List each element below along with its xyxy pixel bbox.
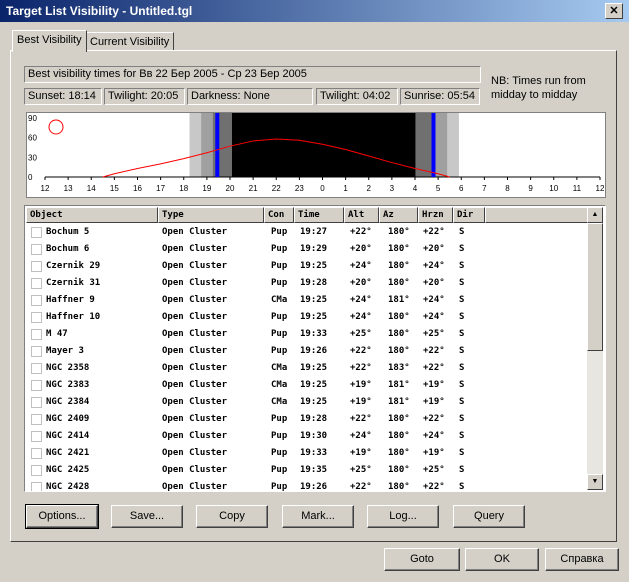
close-button[interactable]: ✕ xyxy=(605,3,623,19)
help-button[interactable]: Справка xyxy=(545,548,619,571)
goto-button[interactable]: Goto xyxy=(384,548,460,571)
title-bar[interactable]: Target List Visibility - Untitled.tgl ✕ xyxy=(0,0,629,22)
window-title: Target List Visibility - Untitled.tgl xyxy=(6,4,193,18)
tab-best-visibility[interactable]: Best Visibility xyxy=(12,30,87,52)
tab-current-visibility[interactable]: Current Visibility xyxy=(85,32,175,51)
tab-panel xyxy=(10,50,617,542)
ok-button[interactable]: OK xyxy=(465,548,539,571)
